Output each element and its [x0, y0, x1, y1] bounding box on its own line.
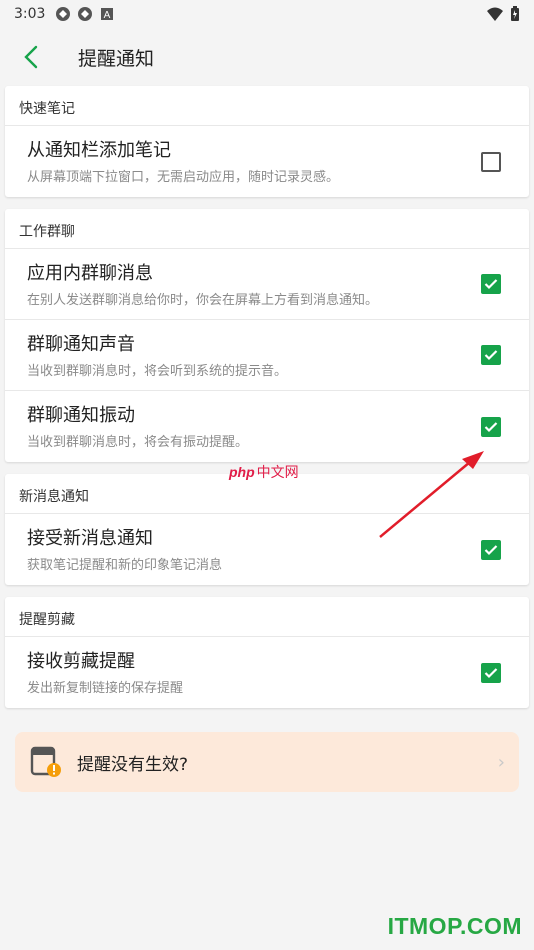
app-notification-icon — [78, 7, 93, 21]
item-title: 接收剪藏提醒 — [27, 651, 135, 672]
checkbox[interactable] — [481, 151, 501, 172]
section-new-message: 新消息通知 接受新消息通知 获取笔记提醒和新的印象笔记消息 — [5, 474, 529, 585]
check-icon — [484, 544, 498, 555]
list-item[interactable]: 群聊通知振动 当收到群聊消息时，将会有振动提醒。 — [5, 391, 529, 462]
check-icon — [484, 350, 498, 361]
item-title: 从通知栏添加笔记 — [27, 140, 171, 161]
list-item[interactable]: 接收剪藏提醒 发出新复制链接的保存提醒 — [5, 637, 529, 708]
battery-icon — [511, 6, 519, 21]
reminder-help-banner[interactable]: 提醒没有生效? › — [15, 732, 519, 792]
watermark-php-text: php — [229, 464, 255, 480]
app-header: 提醒通知 — [0, 28, 534, 86]
item-subtitle: 从屏幕顶端下拉窗口，无需启动应用，随时记录灵感。 — [27, 170, 340, 185]
watermark-cn-text: 中文网 — [256, 464, 299, 480]
section-clip-reminder: 提醒剪藏 接收剪藏提醒 发出新复制链接的保存提醒 — [5, 597, 529, 708]
chevron-left-icon — [24, 45, 38, 69]
item-subtitle: 当收到群聊消息时，将会有振动提醒。 — [27, 435, 249, 450]
item-subtitle: 获取笔记提醒和新的印象笔记消息 — [27, 558, 223, 573]
section-work-group-chat: 工作群聊 应用内群聊消息 在别人发送群聊消息给你时，你会在屏幕上方看到消息通知。… — [5, 209, 529, 462]
item-subtitle: 发出新复制链接的保存提醒 — [27, 681, 184, 696]
svg-text:A: A — [104, 10, 111, 21]
checkbox[interactable] — [481, 416, 501, 437]
app-notification-icon — [56, 7, 71, 21]
a-notification-icon: A — [101, 8, 114, 21]
checkbox[interactable] — [481, 345, 501, 365]
section-title: 快速笔记 — [5, 86, 529, 126]
hint-label: 提醒没有生效? — [77, 754, 189, 775]
device-warning-icon — [30, 746, 61, 777]
back-button[interactable] — [16, 42, 46, 72]
php-watermark: php 中文网 — [229, 462, 299, 482]
item-title: 接受新消息通知 — [27, 528, 153, 549]
check-icon — [484, 279, 498, 290]
status-bar: 3:03 A — [0, 0, 534, 28]
checkbox[interactable] — [481, 539, 501, 560]
checkbox[interactable] — [481, 274, 501, 294]
wifi-icon — [487, 7, 503, 21]
check-icon — [484, 421, 498, 432]
itmop-watermark: ITMOP.COM — [387, 913, 522, 939]
item-title: 应用内群聊消息 — [27, 262, 153, 284]
chevron-right-icon: › — [497, 751, 505, 773]
item-title: 群聊通知振动 — [27, 405, 135, 426]
list-item[interactable]: 接受新消息通知 获取笔记提醒和新的印象笔记消息 — [5, 514, 529, 585]
check-icon — [484, 667, 498, 678]
item-subtitle: 在别人发送群聊消息给你时，你会在屏幕上方看到消息通知。 — [27, 292, 379, 308]
item-subtitle: 当收到群聊消息时，将会听到系统的提示音。 — [27, 363, 288, 379]
list-item[interactable]: 群聊通知声音 当收到群聊消息时，将会听到系统的提示音。 — [5, 320, 529, 391]
status-time: 3:03 — [14, 6, 46, 22]
section-title: 提醒剪藏 — [5, 597, 529, 637]
checkbox[interactable] — [481, 662, 501, 683]
section-title: 工作群聊 — [5, 209, 529, 249]
item-title: 群聊通知声音 — [27, 333, 135, 355]
list-item[interactable]: 应用内群聊消息 在别人发送群聊消息给你时，你会在屏幕上方看到消息通知。 — [5, 249, 529, 320]
section-quick-notes: 快速笔记 从通知栏添加笔记 从屏幕顶端下拉窗口，无需启动应用，随时记录灵感。 — [5, 86, 529, 197]
page-title: 提醒通知 — [78, 47, 155, 70]
list-item[interactable]: 从通知栏添加笔记 从屏幕顶端下拉窗口，无需启动应用，随时记录灵感。 — [5, 126, 529, 197]
